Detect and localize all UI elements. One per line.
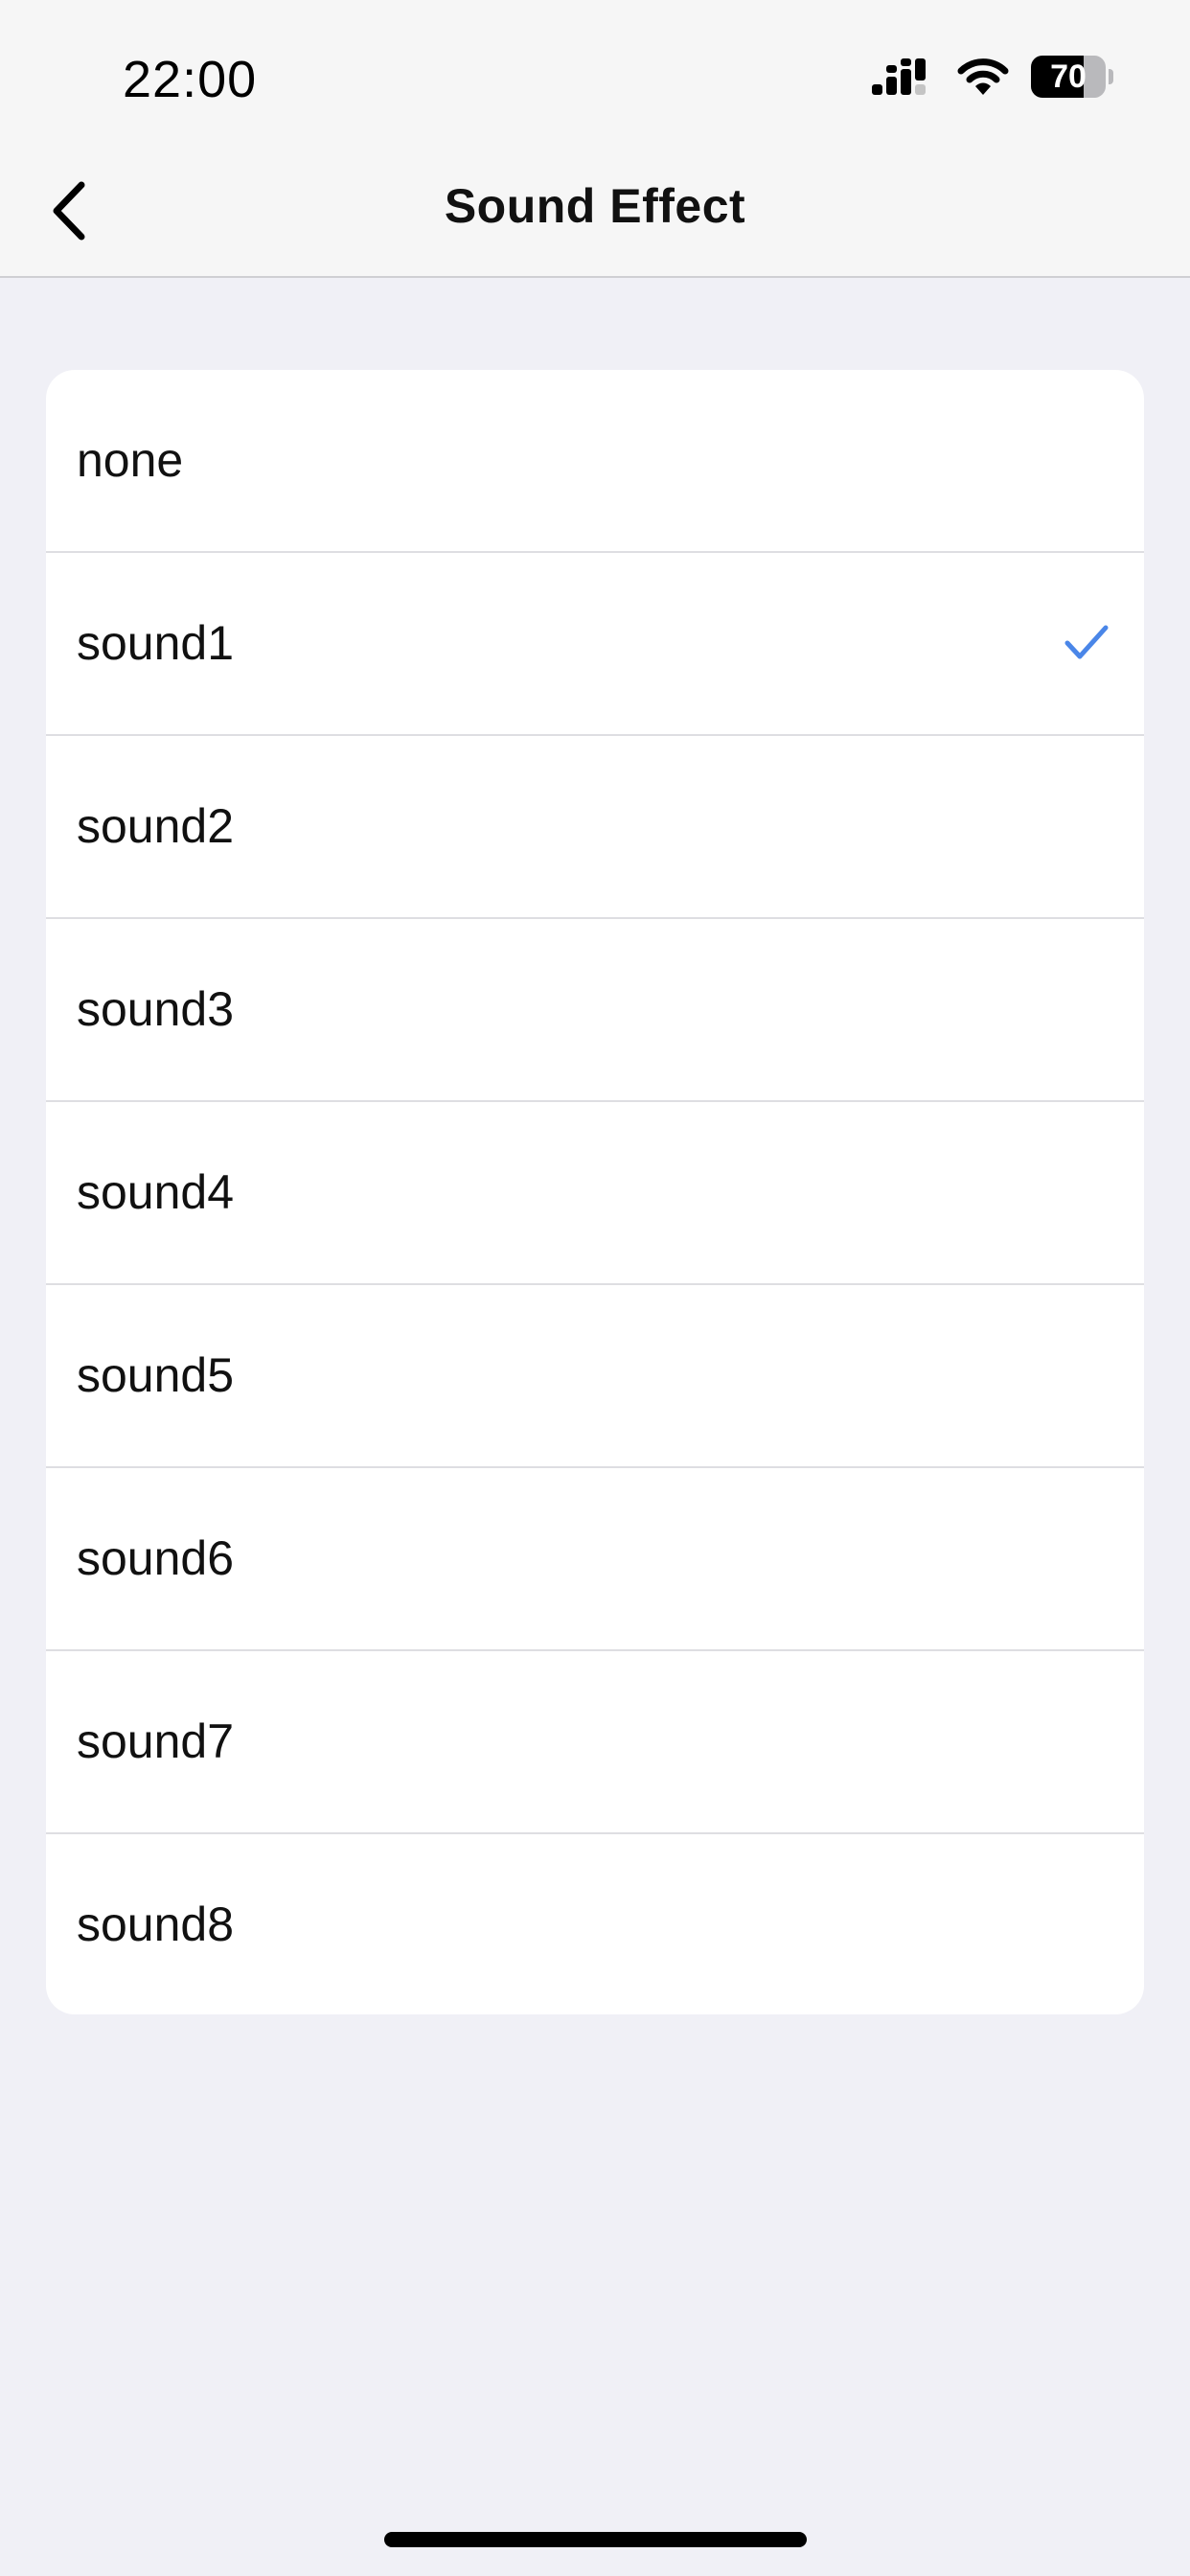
home-indicator[interactable] [384,2532,807,2547]
list-item-label: sound6 [77,1531,235,1585]
list-item[interactable]: sound8 [46,1834,1144,2014]
status-icons: 70 [872,56,1113,98]
navigation-header: 22:00 70 Sound Effect [0,0,1190,278]
list-item-label: sound3 [77,982,235,1036]
list-item[interactable]: sound1 [46,553,1144,736]
battery-tip [1109,69,1113,84]
checkmark-icon [1064,625,1109,659]
list-item-label: sound4 [77,1165,235,1219]
list-item[interactable]: sound4 [46,1102,1144,1285]
battery-icon: 70 [1031,56,1113,98]
list-item[interactable]: sound5 [46,1285,1144,1468]
list-item-label: sound5 [77,1348,235,1402]
list-item[interactable]: sound6 [46,1468,1144,1651]
list-item[interactable]: sound7 [46,1651,1144,1834]
list-item-label: sound1 [77,616,235,670]
wifi-icon [957,58,1009,95]
sound-options-list: none sound1 sound2 sound3 sound4 sound5 sound6… [46,370,1144,2014]
list-item[interactable]: sound3 [46,919,1144,1102]
status-time: 22:00 [123,51,258,108]
list-item-label: none [77,433,184,487]
page-title: Sound Effect [444,179,746,233]
list-item-label: sound2 [77,799,235,853]
list-item-label: sound8 [77,1898,235,1951]
list-item[interactable]: sound2 [46,736,1144,919]
list-item[interactable]: none [46,370,1144,553]
list-item-label: sound7 [77,1714,235,1768]
battery-level: 70 [1050,58,1087,95]
cellular-signal-icon [872,58,926,95]
